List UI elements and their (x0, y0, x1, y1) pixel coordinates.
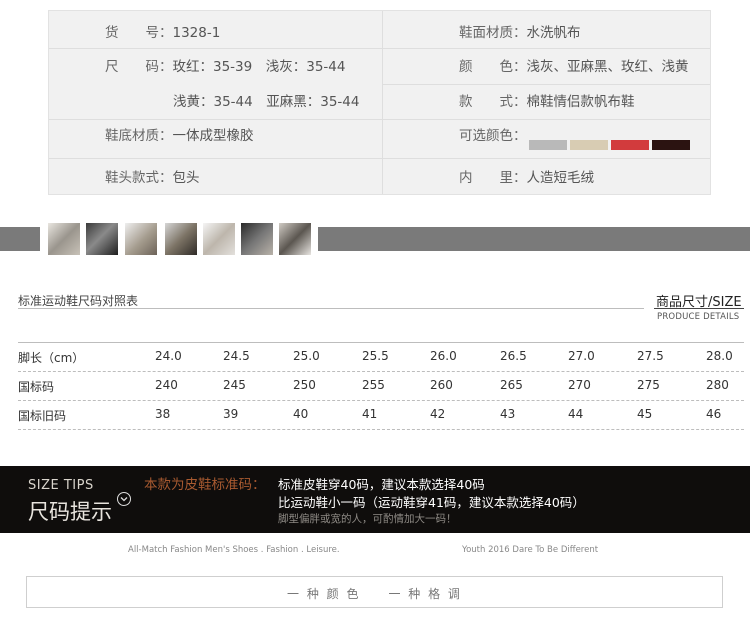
size-cell: 43 (500, 407, 516, 421)
size-chart-title: 标准运动鞋尺码对照表 (18, 294, 139, 308)
model-thumbnail[interactable] (125, 223, 157, 255)
spec-color-options: 可选颜色： (459, 128, 527, 144)
spec-sole: 鞋底材质：一体成型橡胶 (105, 128, 254, 144)
size-cell: 39 (223, 407, 239, 421)
chart-divider (18, 342, 744, 343)
color-swatch-linen-black[interactable] (652, 140, 690, 150)
size-cell: 38 (155, 407, 171, 421)
size-cell: 280 (706, 378, 729, 392)
size-row-divider (18, 429, 744, 430)
size-cell: 42 (430, 407, 446, 421)
size-tips-headline: 本款为皮鞋标准码： (144, 477, 266, 493)
footer-left-text: All-Match Fashion Men's Shoes . Fashion … (128, 545, 340, 555)
size-chart-right-subtitle: PRODUCE DETAILS (657, 312, 740, 322)
size-cell: 27.5 (637, 349, 664, 363)
size-cell: 26.0 (430, 349, 457, 363)
color-swatch-light-gray[interactable] (529, 140, 567, 150)
model-thumbnail-strip (40, 220, 318, 258)
spec-row-divider (49, 48, 710, 49)
size-cell: 275 (637, 378, 660, 392)
spec-divider (382, 11, 383, 194)
model-thumbnail[interactable] (241, 223, 273, 255)
spec-upper: 鞋面材质：水洗帆布 (459, 25, 581, 41)
spec-lining: 内 里：人造短毛绒 (459, 170, 594, 186)
size-row-label: 国标码 (18, 380, 55, 394)
spec-color: 颜 色：浅灰、亚麻黑、玫红、浅黄 (459, 59, 689, 75)
size-cell: 27.0 (568, 349, 595, 363)
model-thumbnail[interactable] (279, 223, 311, 255)
size-tips-en: SIZE TIPS (28, 478, 94, 493)
color-swatch-rose-red[interactable] (611, 140, 649, 150)
spec-toe: 鞋头款式：包头 (105, 170, 200, 186)
size-tips-line1: 标准皮鞋穿40码，建议本款选择40码 (278, 477, 485, 492)
spec-row-divider (49, 119, 710, 120)
spec-row-divider (382, 84, 710, 85)
chart-divider-accent (654, 308, 744, 309)
size-cell: 255 (362, 378, 385, 392)
size-cell: 26.5 (500, 349, 527, 363)
size-cell: 250 (293, 378, 316, 392)
size-cell: 44 (568, 407, 584, 421)
size-row-divider (18, 371, 744, 372)
spec-size-continued: 浅黄：35-44 亚麻黑：35-44 (173, 94, 360, 110)
size-row-label: 国标旧码 (18, 409, 67, 423)
color-style-slogan: 一 种 颜 色 一 种 格 调 (287, 587, 462, 601)
model-thumbnail[interactable] (86, 223, 118, 255)
size-cell: 40 (293, 407, 309, 421)
color-style-box: 一 种 颜 色 一 种 格 调 (26, 576, 723, 608)
size-tips-cn: 尺码提示 (28, 500, 112, 524)
spec-table: 货 号：1328-1 鞋面材质：水洗帆布 尺 码：玫红：35-39 浅灰：35-… (48, 10, 711, 195)
size-tips-line2: 比运动鞋小一码（运动鞋穿41码，建议本款选择40码） (278, 495, 585, 510)
size-cell: 46 (706, 407, 722, 421)
size-row-divider (18, 400, 744, 401)
size-cell: 45 (637, 407, 653, 421)
model-thumbnail[interactable] (165, 223, 197, 255)
footer-right-text: Youth 2016 Dare To Be Different (462, 545, 599, 555)
size-tips-bar: SIZE TIPS 尺码提示 本款为皮鞋标准码： 标准皮鞋穿40码，建议本款选择… (0, 466, 750, 533)
size-cell: 28.0 (706, 349, 733, 363)
size-cell: 260 (430, 378, 453, 392)
spec-size: 尺 码：玫红：35-39 浅灰：35-44 (105, 59, 346, 75)
size-cell: 270 (568, 378, 591, 392)
size-row-label: 脚长（cm） (18, 351, 85, 365)
spec-row-divider (49, 158, 710, 159)
size-cell: 25.5 (362, 349, 389, 363)
spec-style: 款 式：棉鞋情侣款帆布鞋 (459, 94, 635, 110)
spec-item-no: 货 号：1328-1 (105, 25, 221, 41)
size-cell: 41 (362, 407, 378, 421)
size-cell: 265 (500, 378, 523, 392)
model-thumbnail[interactable] (48, 223, 80, 255)
chevron-down-circle-icon (117, 492, 131, 506)
chart-divider (18, 308, 644, 309)
model-thumbnail[interactable] (203, 223, 235, 255)
size-cell: 240 (155, 378, 178, 392)
size-tips-line3: 脚型偏胖或宽的人，可酌情加大一码！ (278, 513, 457, 525)
size-cell: 24.0 (155, 349, 182, 363)
size-cell: 245 (223, 378, 246, 392)
size-cell: 25.0 (293, 349, 320, 363)
color-swatch-light-yellow[interactable] (570, 140, 608, 150)
size-cell: 24.5 (223, 349, 250, 363)
